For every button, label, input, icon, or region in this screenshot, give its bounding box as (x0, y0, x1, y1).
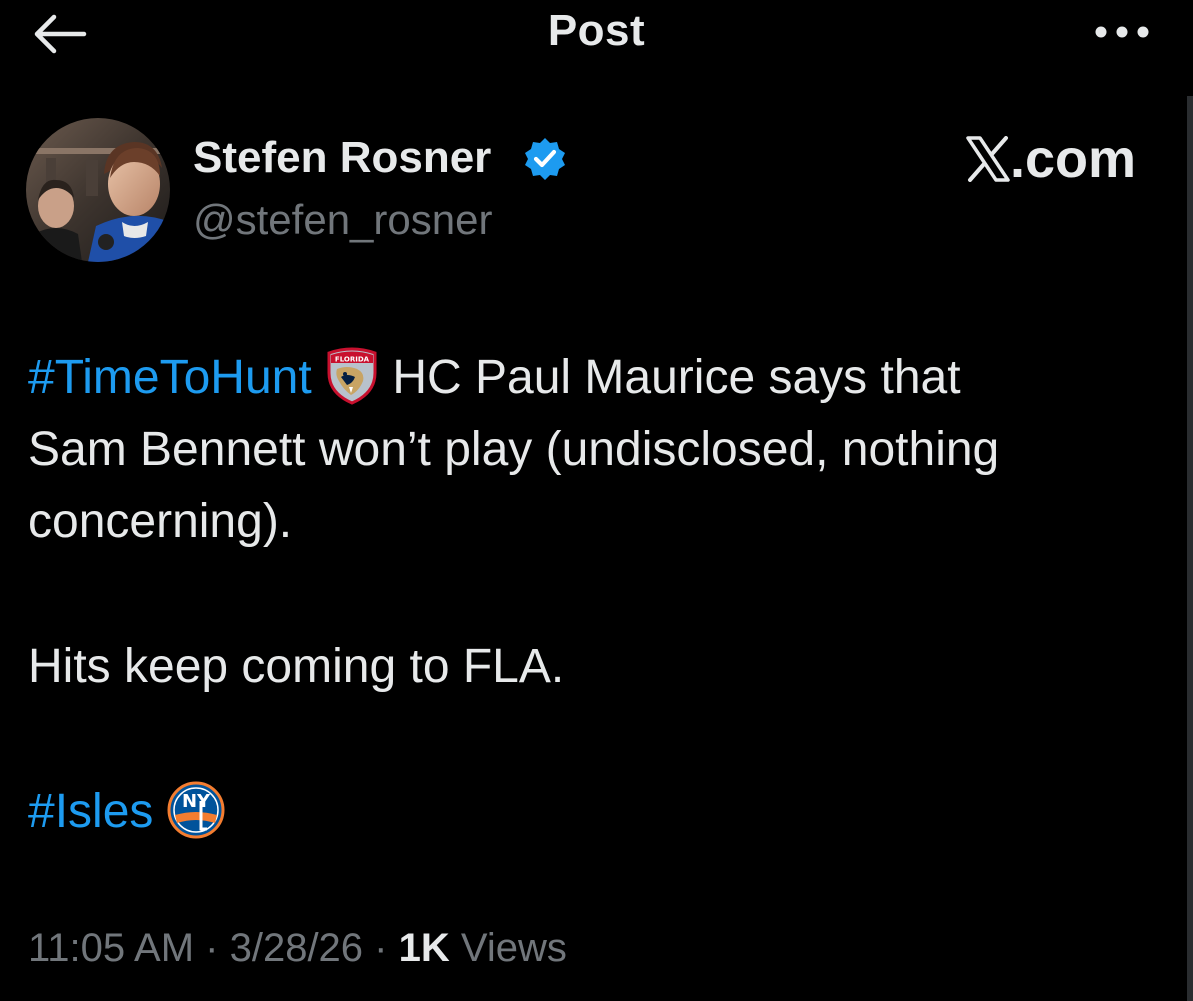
views-count[interactable]: 1K (399, 926, 450, 970)
panthers-logo-text: FLORIDA (335, 356, 370, 364)
post-line: #TimeToHunt FLORIDA HC Paul Maurice says… (28, 342, 1178, 414)
post-date[interactable]: 3/28/26 (230, 926, 363, 970)
x-com-watermark: .com (966, 128, 1156, 190)
author-avatar[interactable] (26, 118, 170, 262)
separator-dot: · (363, 926, 399, 970)
back-button[interactable] (30, 12, 90, 56)
post-text-line-2: Sam Bennett won’t play (undisclosed, not… (28, 423, 1000, 476)
separator-dot: · (194, 926, 230, 970)
post-metadata: 11:05 AM · 3/28/26 · 1K Views (28, 926, 567, 971)
author-name[interactable]: Stefen Rosner (193, 133, 491, 183)
views-label: Views (449, 926, 567, 970)
scrollbar[interactable] (1187, 96, 1193, 1001)
page-title: Post (547, 6, 646, 55)
post-time[interactable]: 11:05 AM (28, 926, 194, 970)
post-line: #Isles NY (28, 776, 1178, 848)
more-horizontal-icon (1095, 26, 1149, 38)
arrow-left-icon (34, 14, 87, 54)
more-options-button[interactable] (1092, 20, 1152, 44)
post-text-line-3: concerning). (28, 495, 293, 548)
post-text: #TimeToHunt FLORIDA HC Paul Maurice says… (28, 342, 1178, 848)
florida-panthers-logo-icon: FLORIDA (327, 347, 377, 405)
x-logo-icon (966, 136, 1010, 182)
hashtag-timetohunt[interactable]: #TimeToHunt (28, 351, 312, 404)
ny-islanders-logo-icon: NY (167, 781, 225, 839)
hashtag-isles[interactable]: #Isles (28, 785, 153, 838)
top-navigation-bar: Post (0, 0, 1193, 70)
profile-photo (26, 118, 170, 262)
islanders-logo-text: NY (182, 791, 211, 812)
post-text-line-1: HC Paul Maurice says that (392, 351, 961, 404)
verified-badge-icon (525, 138, 565, 180)
post-text-line-4: Hits keep coming to FLA. (28, 640, 565, 693)
watermark-domain: .com (1010, 129, 1137, 189)
author-handle[interactable]: @stefen_rosner (193, 196, 492, 244)
